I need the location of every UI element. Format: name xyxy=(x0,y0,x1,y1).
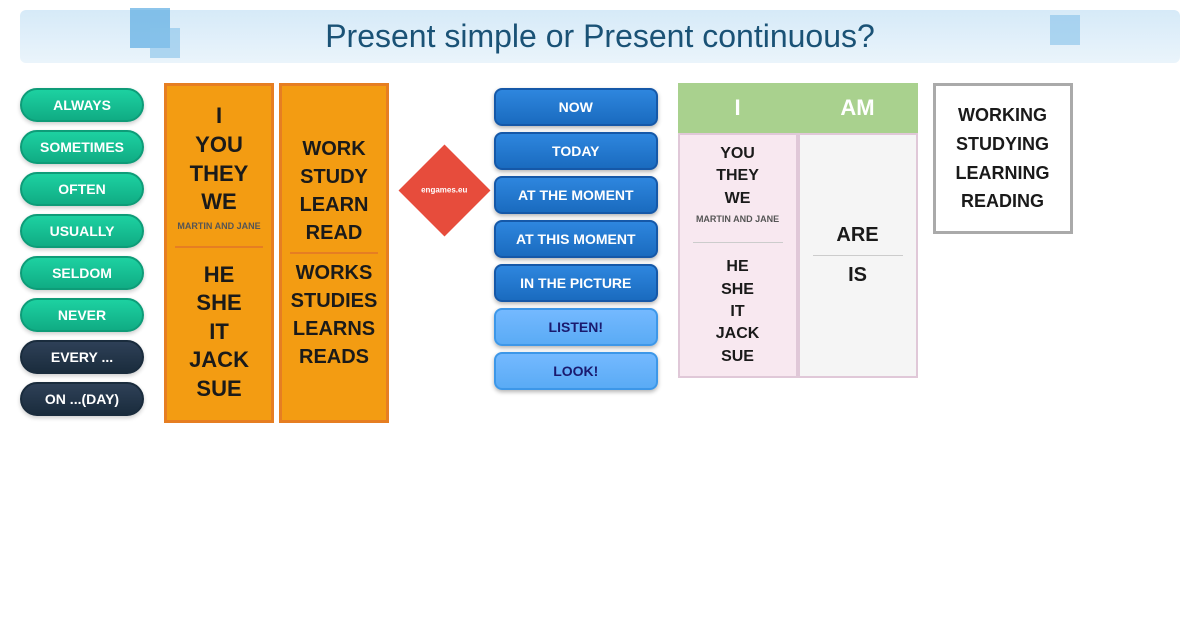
col1-divider xyxy=(693,242,783,243)
adverb-always[interactable]: ALWAYS xyxy=(20,88,144,122)
diamond-container: engames.eu xyxy=(404,158,484,223)
time-expression-buttons: NOW TODAY AT THE MOMENT AT THIS MOMENT I… xyxy=(494,88,658,390)
col1-top-pronouns: YOUTHEYWE xyxy=(716,143,759,210)
main-content: ALWAYS SOMETIMES OFTEN USUALLY SELDOM NE… xyxy=(0,68,1200,423)
martin-jane-label: MARTIN AND JANE xyxy=(177,221,260,231)
bottom-pronouns: HESHEITJACKSUE xyxy=(189,261,249,404)
top-pronouns: IYOUTHEYWE xyxy=(190,102,249,216)
btn-today[interactable]: TODAY xyxy=(494,132,658,170)
adverbs-list: ALWAYS SOMETIMES OFTEN USUALLY SELDOM NE… xyxy=(20,88,144,416)
col1-bottom-pronouns: HESHEITJACKSUE xyxy=(716,256,760,368)
col1-body: YOUTHEYWE MARTIN AND JANE HESHEITJACKSUE xyxy=(678,133,798,378)
box-divider xyxy=(175,246,263,248)
btn-listen[interactable]: LISTEN! xyxy=(494,308,658,346)
working-box: WORKINGSTUDYINGLEARNINGREADING xyxy=(933,83,1073,234)
page-title: Present simple or Present continuous? xyxy=(20,10,1180,63)
header: Present simple or Present continuous? xyxy=(0,0,1200,68)
adverb-often[interactable]: OFTEN xyxy=(20,172,144,206)
adverb-never[interactable]: NEVER xyxy=(20,298,144,332)
verb-box: WORKSTUDYLEARNREAD WORKSSTUDIESLEARNSREA… xyxy=(279,83,389,423)
diamond-label: engames.eu xyxy=(421,186,467,195)
btn-in-the-picture[interactable]: IN THE PICTURE xyxy=(494,264,658,302)
adverb-seldom[interactable]: SELDOM xyxy=(20,256,144,290)
bottom-verbs: WORKSSTUDIESLEARNSREADS xyxy=(291,259,378,371)
adverb-every[interactable]: EVERY ... xyxy=(20,340,144,374)
verb-divider xyxy=(290,252,378,254)
pronoun-verb-boxes: IYOUTHEYWE MARTIN AND JANE HESHEITJACKSU… xyxy=(164,83,389,423)
working-words: WORKINGSTUDYINGLEARNINGREADING xyxy=(956,101,1050,216)
col2-divider xyxy=(813,255,903,256)
conjugation-col-2: AM ARE IS xyxy=(798,83,918,378)
pronoun-box: IYOUTHEYWE MARTIN AND JANE HESHEITJACKSU… xyxy=(164,83,274,423)
top-verbs: WORKSTUDYLEARNREAD xyxy=(300,135,369,247)
btn-at-this-moment[interactable]: AT THIS MOMENT xyxy=(494,220,658,258)
decorative-square-right xyxy=(1050,15,1080,45)
conjugation-table: I YOUTHEYWE MARTIN AND JANE HESHEITJACKS… xyxy=(678,83,918,378)
adverb-usually[interactable]: USUALLY xyxy=(20,214,144,248)
diamond-shape: engames.eu xyxy=(398,145,490,237)
col1-header: I xyxy=(678,83,798,133)
adverb-sometimes[interactable]: SOMETIMES xyxy=(20,130,144,164)
btn-look[interactable]: LOOK! xyxy=(494,352,658,390)
col2-verb-is: IS xyxy=(848,264,867,287)
btn-now[interactable]: NOW xyxy=(494,88,658,126)
conjugation-col-1: I YOUTHEYWE MARTIN AND JANE HESHEITJACKS… xyxy=(678,83,798,378)
col2-body: ARE IS xyxy=(798,133,918,378)
btn-at-the-moment[interactable]: AT THE MOMENT xyxy=(494,176,658,214)
col1-small-label: MARTIN AND JANE xyxy=(696,214,779,224)
col2-verb-are: ARE xyxy=(836,224,878,247)
adverb-on-day[interactable]: ON ...(DAY) xyxy=(20,382,144,416)
col2-header: AM xyxy=(798,83,918,133)
